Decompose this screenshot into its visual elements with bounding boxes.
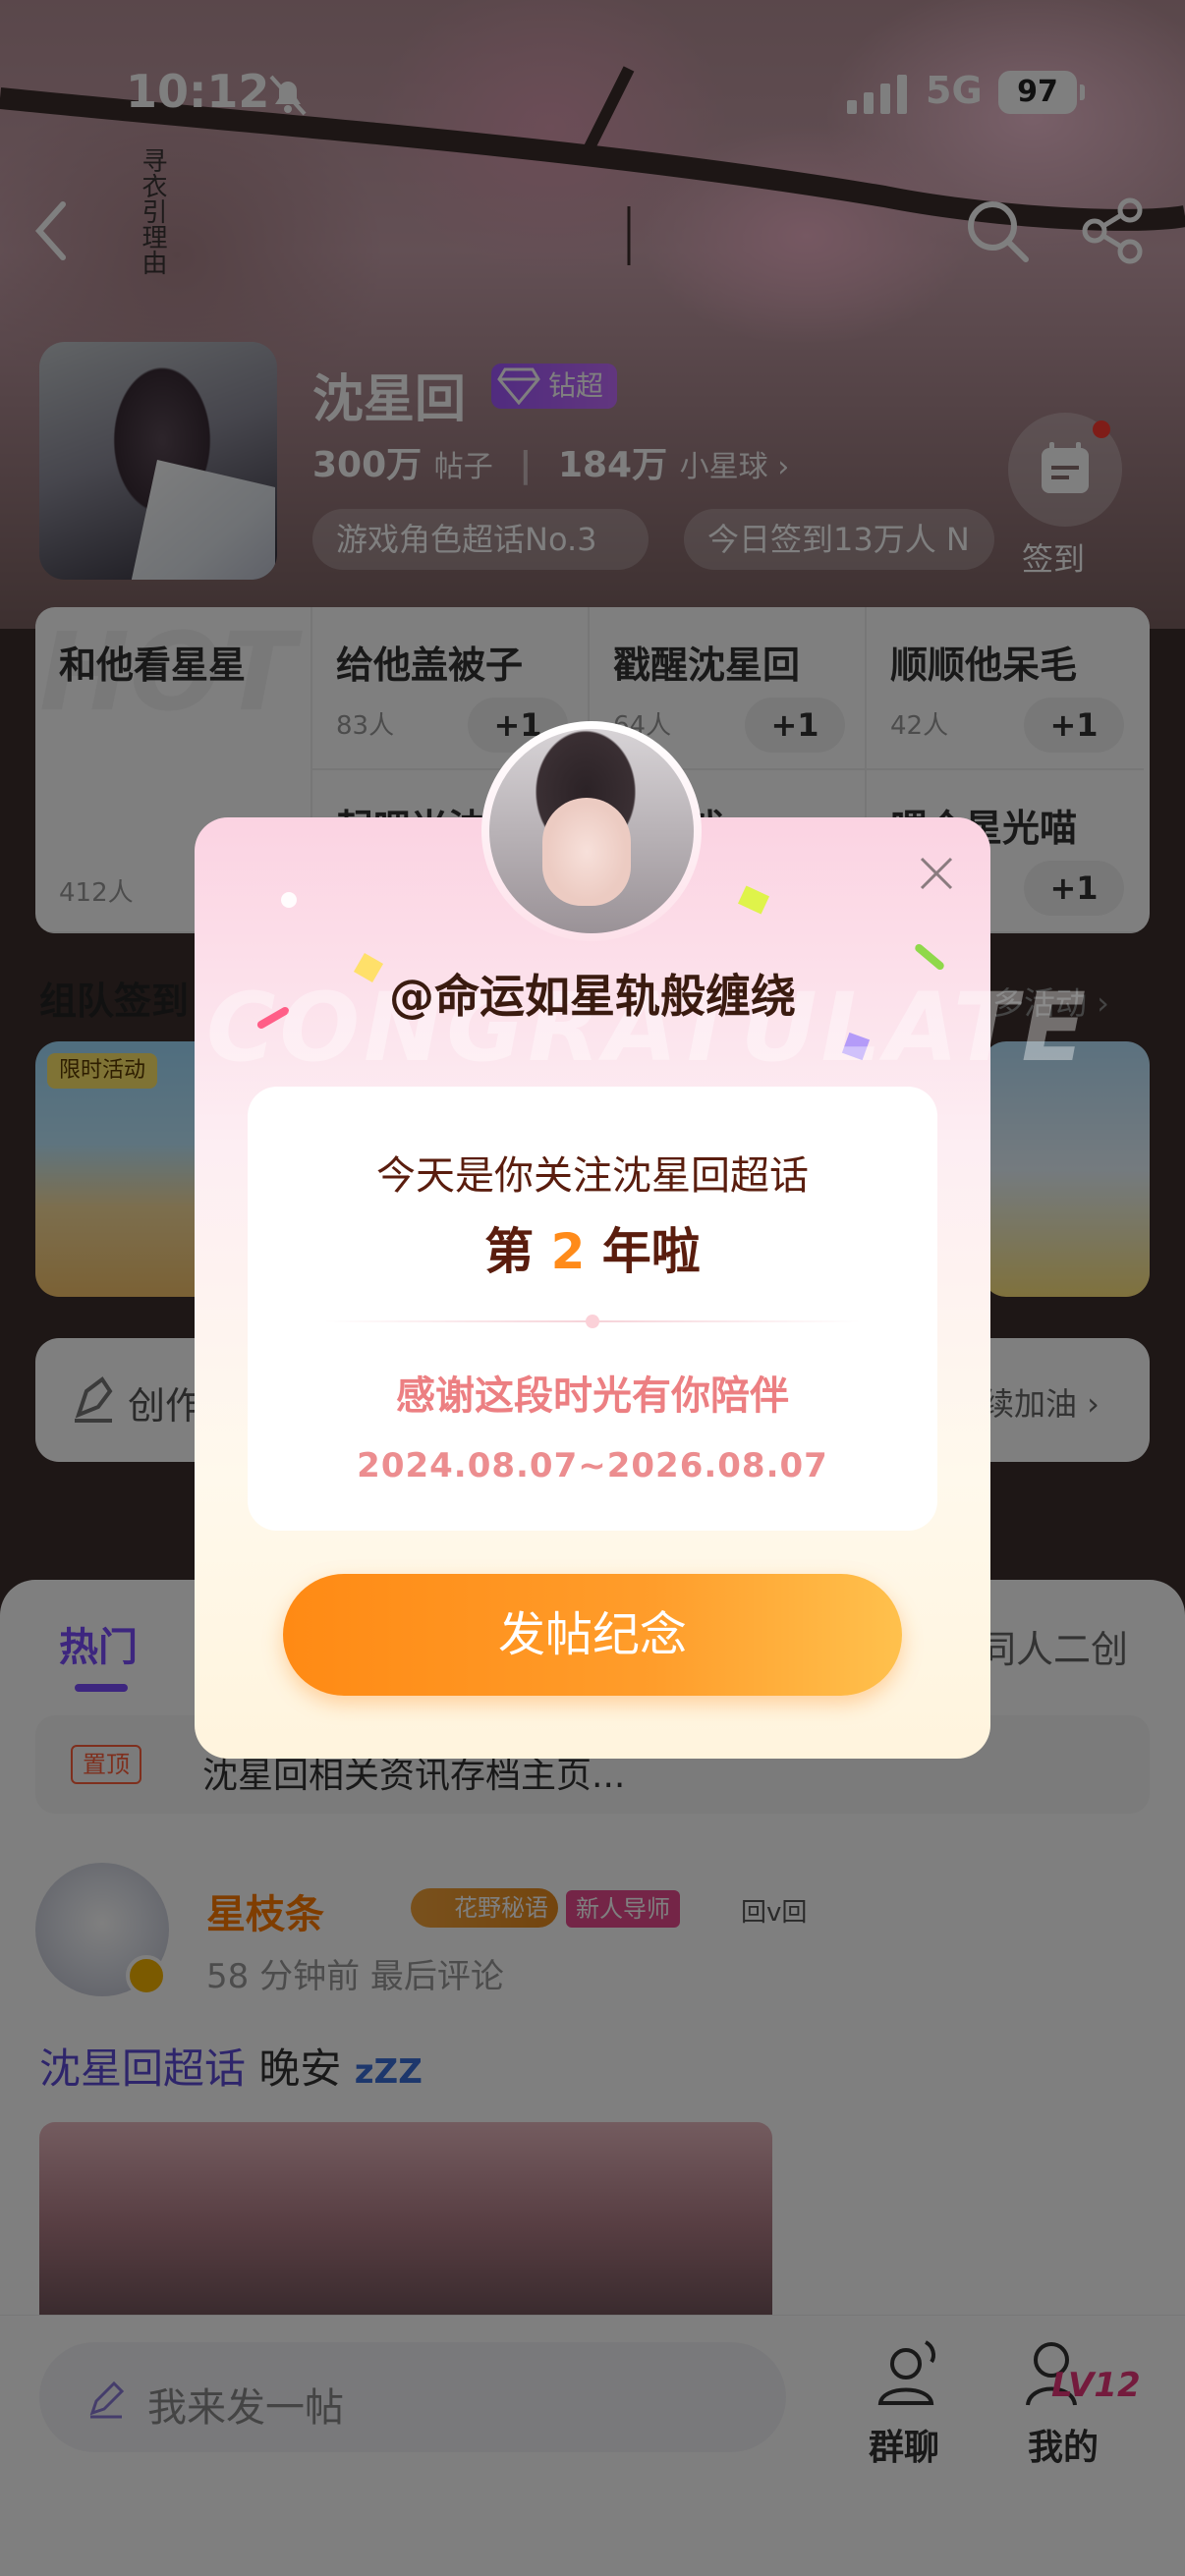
thanks-text: 感谢这段时光有你陪伴 bbox=[396, 1373, 789, 1419]
date-range: 2024.08.07~2026.08.07 bbox=[357, 1446, 828, 1485]
avatar bbox=[489, 729, 694, 933]
line2-suffix: 年啦 bbox=[585, 1223, 701, 1280]
line2-prefix: 第 bbox=[484, 1223, 551, 1280]
anniversary-line-1: 今天是你关注沈星回超话 bbox=[376, 1153, 809, 1199]
modal-user-handle: @命运如星轨般缠绕 bbox=[389, 970, 796, 1023]
close-icon[interactable] bbox=[904, 841, 969, 906]
post-commemorate-button[interactable]: 发帖纪念 bbox=[283, 1574, 902, 1696]
anniversary-line-2: 第 2 年啦 bbox=[248, 1212, 937, 1283]
heart-divider-icon bbox=[586, 1315, 599, 1328]
modal-avatar-frame bbox=[481, 721, 702, 941]
anniversary-year-number: 2 bbox=[550, 1223, 586, 1280]
